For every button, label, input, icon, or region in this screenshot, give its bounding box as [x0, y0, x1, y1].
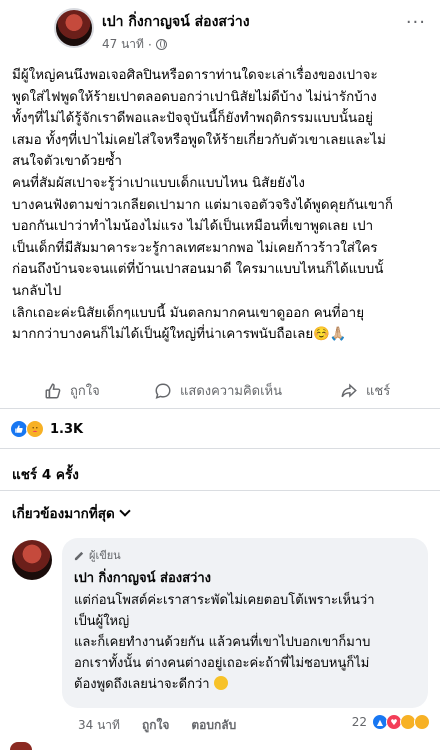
divider: [0, 408, 440, 409]
share-count[interactable]: แชร์ 4 ครั้ง: [12, 463, 79, 485]
post-line: บอกกันเปาว่าทำไมน้องไม่แรง ไม่ได้เป็นเหม…: [12, 219, 374, 235]
author-badge-label: ผู้เขียน: [89, 549, 121, 562]
post-line: สนใจตัวเขาด้วยซ้ำ: [12, 154, 122, 170]
author-badge: ผู้เขียน: [74, 546, 416, 564]
post-line: คนที่สัมผัสเปาจะรู้ว่าเปาแบบเด็กแบบไหน น…: [12, 175, 305, 191]
post-header: เปา กิ่งกาญจน์ ส่องสว่าง 47 นาที · ···: [0, 0, 440, 62]
post-action-bar: ถูกใจ แสดงความคิดเห็น แชร์: [0, 374, 440, 404]
pencil-icon: [74, 551, 84, 560]
divider: [0, 490, 440, 491]
comment-author-avatar[interactable]: [12, 540, 52, 580]
post-line: เป็นเด็กที่มีสัมมาคาระวะรู้กาลเทศะมากพอ …: [12, 240, 378, 256]
post-author-name[interactable]: เปา กิ่งกาญจน์ ส่องสว่าง: [102, 11, 250, 33]
comment-reaction-count: 22: [351, 715, 367, 729]
care-reaction-icon: [26, 420, 44, 438]
post-line: บางคนฟังตามข่าวเกลียดเปามาก แต่มาเจอตัวจ…: [12, 197, 393, 213]
next-comment-peek: [0, 742, 440, 750]
comment-label: แสดงความคิดเห็น: [180, 384, 283, 399]
globe-icon: [155, 39, 167, 50]
divider: [0, 448, 440, 449]
reaction-count: 1.3K: [50, 421, 84, 437]
comment-reactions[interactable]: 22 ▲ ♥: [352, 714, 430, 730]
author-avatar[interactable]: [54, 8, 94, 48]
thumbs-up-icon: [45, 383, 61, 398]
share-button[interactable]: แชร์: [340, 380, 390, 401]
comment-like-button[interactable]: ถูกใจ: [142, 716, 169, 735]
next-comment-avatar: [10, 742, 32, 750]
meta-separator: ·: [147, 37, 152, 52]
comment-line: เป็นผู้ใหญ่: [74, 614, 130, 629]
post-line: มีผู้ใหญ่คนนึงพอเจอศิลปินหรือดาราท่านใดจ…: [12, 68, 378, 83]
reactions-summary[interactable]: 1.3K: [10, 420, 83, 438]
comment-line: อกเราทั้งนั้น ต่างคนต่างอยู่เถอะค่ะถ้าพี…: [74, 656, 370, 671]
chevron-down-icon: [119, 505, 131, 517]
smile-emoji-icon: [213, 676, 228, 690]
comment-line-last: ต้องพูดถึงเลยน่าจะดีกว่า: [74, 674, 416, 695]
comment-line: แต่ก่อนโพสต์ค่ะเราสาระพัดไม่เคยตอบโต้เพร…: [74, 593, 375, 608]
post-line: ก่อนถึงบ้านจะจนแต่ที่บ้านเปาสอนมาดี ใครม…: [12, 262, 384, 278]
share-label: แชร์: [366, 384, 391, 399]
comment-line: และก็เคยทำงานด้วยกัน แล้วคนที่เขาไปบอกเข…: [74, 635, 371, 650]
comment-author-name[interactable]: เปา กิ่งกาญจน์ ส่องสว่าง: [74, 567, 416, 588]
post-line: เลิกเถอะค่ะนิสัยเด็กๆแบบนี้ มันตลกมากคนเ…: [12, 305, 365, 321]
comment-button[interactable]: แสดงความคิดเห็น: [154, 380, 282, 401]
post-line: พูดใส่ไฟพูดให้ร้ายเปาตลอดบอกว่าเปานิสัยไ…: [12, 89, 377, 105]
comment-bubble: ผู้เขียน เปา กิ่งกาญจน์ ส่องสว่าง แต่ก่อ…: [62, 538, 428, 708]
post-text: มีผู้ใหญ่คนนึงพอเจอศิลปินหรือดาราท่านใดจ…: [12, 65, 432, 346]
like-label: ถูกใจ: [70, 384, 100, 399]
comment-line: ต้องพูดถึงเลยน่าจะดีกว่า: [74, 677, 210, 692]
haha-reaction-icon: [414, 714, 430, 730]
post-time[interactable]: 47 นาที: [102, 35, 144, 54]
more-options-icon[interactable]: ···: [406, 12, 426, 33]
post-line: ทั้งๆที่ไม่ได้รู้จักเราดีพอและปัจจุบันนี…: [12, 111, 374, 127]
post-line: เสมอ ทั้งๆที่เปาไม่เคยไส่ใจหรือพูดให้ร้า…: [12, 132, 386, 148]
share-arrow-icon: [341, 383, 357, 398]
like-button[interactable]: ถูกใจ: [44, 380, 100, 401]
comment-meta: 34 นาที ถูกใจ ตอบกลับ: [78, 716, 236, 735]
post-line: นกลับไป: [12, 283, 62, 299]
comment-time[interactable]: 34 นาที: [78, 716, 120, 735]
post-line: มากกว่าบางคนก็ไม่ได้เป็นผู้ใหญ่ที่น่าเคา…: [12, 327, 347, 343]
comment-sort-dropdown[interactable]: เกี่ยวข้องมากที่สุด: [12, 502, 131, 524]
post-meta: 47 นาที ·: [102, 35, 167, 54]
comment-icon: [155, 383, 171, 399]
comment-reply-button[interactable]: ตอบกลับ: [191, 716, 236, 735]
comment-sort-label: เกี่ยวข้องมากที่สุด: [12, 506, 115, 522]
comment-text: แต่ก่อนโพสต์ค่ะเราสาระพัดไม่เคยตอบโต้เพร…: [74, 590, 416, 695]
